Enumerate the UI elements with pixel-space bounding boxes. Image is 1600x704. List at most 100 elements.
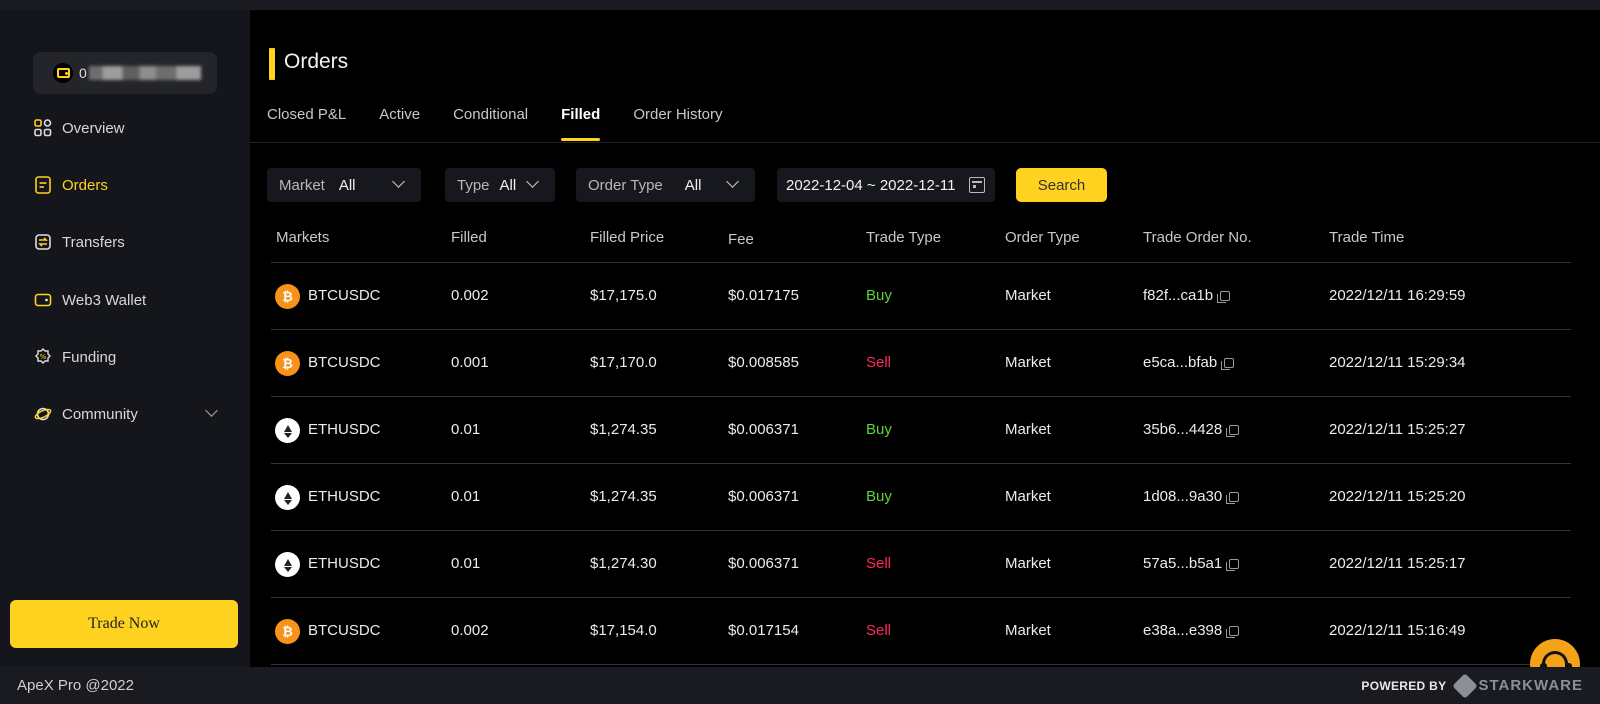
col-header-markets: Markets [276, 229, 330, 246]
starkware-logo[interactable]: STARKWARE [1452, 672, 1583, 699]
ethereum-icon [275, 418, 300, 443]
market-select[interactable]: Market All [267, 168, 421, 202]
tab-order-history[interactable]: Order History [633, 106, 722, 138]
cell-filled: 0.01 [451, 488, 481, 505]
col-header-trade-order-no: Trade Order No. [1143, 229, 1252, 246]
sidebar-item-web3-wallet[interactable]: Web3 Wallet [34, 288, 224, 312]
sidebar-item-label: Community [62, 405, 138, 423]
copy-icon[interactable] [1226, 626, 1240, 638]
document-icon [34, 176, 52, 194]
tab-conditional[interactable]: Conditional [453, 106, 528, 138]
cell-trade-time: 2022/12/11 15:29:34 [1329, 354, 1466, 371]
copyright-text: ApeX Pro @2022 [17, 677, 134, 694]
cell-order-no: 1d08...9a30 [1143, 488, 1240, 505]
table-row: ETHUSDC 0.01 $1,274.30 $0.006371 Sell Ma… [271, 531, 1571, 598]
bitcoin-icon: ₿ [275, 351, 300, 376]
cell-order-type: Market [1005, 287, 1051, 304]
main-content: Orders Closed P&L Active Conditional Fil… [250, 10, 1600, 667]
order-tabs: Closed P&L Active Conditional Filled Ord… [267, 106, 756, 141]
cell-filled: 0.001 [451, 354, 489, 371]
tabs-divider [250, 142, 1600, 143]
sidebar-item-funding[interactable]: % Funding [34, 345, 224, 369]
sidebar-item-label: Transfers [62, 233, 125, 251]
cell-filled: 0.01 [451, 555, 481, 572]
cell-filled-price: $1,274.35 [590, 488, 657, 505]
cell-fee: $0.017175 [728, 287, 799, 304]
sidebar-item-label: Funding [62, 348, 117, 366]
col-header-trade-type: Trade Type [866, 229, 942, 246]
starkware-icon [1452, 672, 1479, 699]
order-no-text: 57a5...b5a1 [1143, 555, 1223, 572]
col-header-filled-price: Filled Price [590, 229, 665, 246]
bitcoin-icon: ₿ [275, 619, 300, 644]
cell-filled: 0.002 [451, 287, 489, 304]
type-select-value: All [499, 176, 517, 194]
cell-trade-time: 2022/12/11 15:25:20 [1329, 488, 1466, 505]
powered-by-label: POWERED BY [1361, 678, 1447, 693]
planet-icon [34, 405, 52, 423]
trade-now-button[interactable]: Trade Now [10, 600, 238, 648]
cell-order-no: f82f...ca1b [1143, 287, 1231, 304]
sidebar-item-community[interactable]: Community [34, 402, 224, 426]
order-type-select-label: Order Type [588, 176, 663, 194]
col-header-order-type: Order Type [1005, 229, 1080, 246]
cell-trade-type: Buy [866, 421, 892, 438]
cell-fee: $0.006371 [728, 421, 799, 438]
wallet-icon [34, 291, 52, 309]
sidebar-item-overview[interactable]: Overview [34, 116, 224, 140]
powered-by: POWERED BY STARKWARE [1361, 672, 1583, 699]
copy-icon[interactable] [1226, 425, 1240, 437]
cell-order-no: 57a5...b5a1 [1143, 555, 1240, 572]
cell-trade-type: Sell [866, 622, 892, 639]
copy-icon[interactable] [1226, 492, 1240, 504]
sidebar-item-label: Web3 Wallet [62, 291, 147, 309]
table-row: ₿ BTCUSDC 0.002 $17,175.0 $0.017175 Buy … [271, 263, 1571, 330]
cell-filled-price: $1,274.35 [590, 421, 657, 438]
top-bar [0, 0, 1600, 10]
col-header-filled: Filled [451, 229, 487, 246]
tab-filled[interactable]: Filled [561, 106, 601, 141]
cell-order-type: Market [1005, 622, 1051, 639]
chevron-down-icon [392, 175, 405, 188]
cell-trade-time: 2022/12/11 15:16:49 [1329, 622, 1466, 639]
date-range-picker[interactable]: 2022-12-04 ~ 2022-12-11 [777, 168, 995, 202]
tab-closed-pnl[interactable]: Closed P&L [267, 106, 346, 138]
search-button[interactable]: Search [1016, 168, 1107, 202]
cell-trade-type: Buy [866, 488, 892, 505]
sidebar-item-orders[interactable]: Orders [34, 173, 224, 197]
sidebar-item-label: Overview [62, 119, 125, 137]
sidebar-item-label: Orders [62, 176, 108, 194]
copy-icon[interactable] [1226, 559, 1240, 571]
calendar-icon [969, 177, 985, 193]
wallet-address-redacted [88, 66, 201, 80]
order-no-text: e38a...e398 [1143, 622, 1223, 639]
cell-fee: $0.006371 [728, 555, 799, 572]
order-no-text: f82f...ca1b [1143, 287, 1214, 304]
order-type-select[interactable]: Order Type All [576, 168, 755, 202]
cell-order-type: Market [1005, 354, 1051, 371]
cell-filled-price: $17,154.0 [590, 622, 657, 639]
table-header: Markets Filled Filled Price Fee Trade Ty… [250, 224, 1600, 264]
cell-trade-time: 2022/12/11 15:25:27 [1329, 421, 1466, 438]
cell-filled-price: $1,274.30 [590, 555, 657, 572]
copy-icon[interactable] [1221, 358, 1235, 370]
order-no-text: e5ca...bfab [1143, 354, 1218, 371]
market-select-label: Market [279, 176, 325, 194]
cell-filled-price: $17,175.0 [590, 287, 657, 304]
cell-order-type: Market [1005, 421, 1051, 438]
copy-icon[interactable] [1217, 291, 1231, 303]
order-no-text: 35b6...4428 [1143, 421, 1223, 438]
footer: ApeX Pro @2022 POWERED BY STARKWARE [0, 667, 1600, 704]
cell-market: BTCUSDC [308, 622, 381, 639]
market-select-value: All [338, 176, 356, 194]
type-select-label: Type [457, 176, 490, 194]
tab-active[interactable]: Active [379, 106, 420, 138]
order-no-text: 1d08...9a30 [1143, 488, 1223, 505]
type-select[interactable]: Type All [445, 168, 555, 202]
cell-trade-type: Sell [866, 555, 892, 572]
chevron-down-icon[interactable] [205, 404, 218, 417]
sidebar-item-transfers[interactable]: Transfers [34, 230, 224, 254]
cell-market: ETHUSDC [308, 421, 381, 438]
cell-filled-price: $17,170.0 [590, 354, 657, 371]
wallet-address-pill[interactable]: 0 [33, 52, 217, 94]
